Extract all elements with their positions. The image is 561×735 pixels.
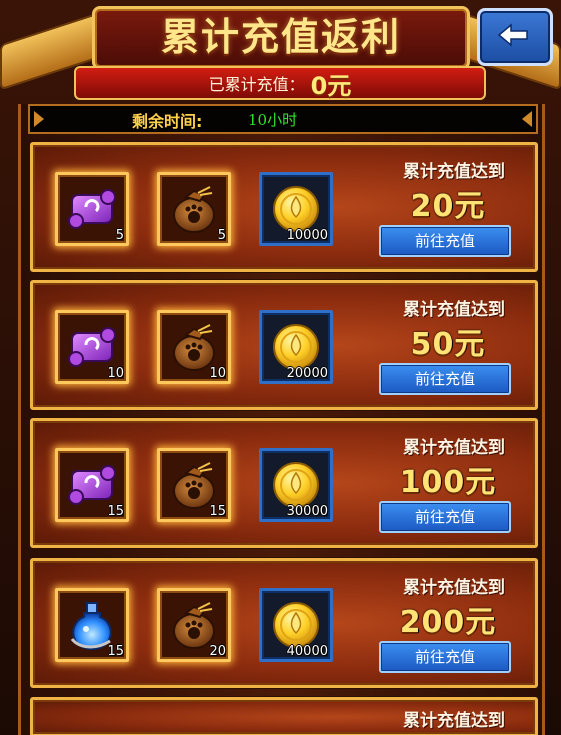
reward-tier-card: 15 15 30000 累计充值达到 100元 前往充值 [30, 418, 538, 548]
back-arrow-icon [497, 23, 528, 47]
go-recharge-button[interactable]: 前往充值 [379, 501, 511, 533]
reward-quantity: 10000 [286, 228, 328, 243]
reward-tier-card: 5 5 10000 累计充值达到 20元 前往充值 [30, 142, 538, 272]
reward-quantity: 10 [209, 366, 226, 381]
title-banner: 累计充值返利 已累计充值： 0元 [0, 0, 561, 104]
title-plate: 累计充值返利 [92, 6, 470, 70]
reward-slot[interactable]: 15 [55, 588, 129, 662]
reward-quantity: 15 [107, 504, 124, 519]
reward-quantity: 40000 [286, 644, 328, 659]
reward-slot[interactable]: 10000 [259, 172, 333, 246]
reward-quantity: 5 [115, 228, 124, 243]
reward-slot[interactable]: 40000 [259, 588, 333, 662]
go-recharge-button[interactable]: 前往充值 [379, 363, 511, 395]
goal-label: 累计充值达到 [403, 438, 505, 458]
arrow-right-icon [522, 111, 532, 127]
remaining-time-bar: 剩余时间: 10小时 [28, 104, 538, 134]
back-button[interactable] [477, 8, 553, 66]
goal-amount: 20元 [410, 189, 486, 224]
goal-label: 累计充值达到 [403, 711, 505, 731]
goal-label: 累计充值达到 [403, 300, 505, 320]
pouch-icon [173, 186, 215, 233]
goal-amount: 100元 [399, 465, 497, 500]
reward-slot[interactable]: 5 [55, 172, 129, 246]
reward-quantity: 10 [107, 366, 124, 381]
goal-label: 累计充值达到 [403, 578, 505, 598]
reward-tier-card: 15 20 40000 累计充值达到 200元 前往充值 [30, 558, 538, 688]
total-recharge-label: 已累计充值： [208, 75, 305, 94]
go-recharge-button[interactable]: 前往充值 [379, 641, 511, 673]
reward-slot[interactable]: 20000 [259, 310, 333, 384]
reward-slot[interactable]: 30000 [259, 448, 333, 522]
reward-slot[interactable]: 20 [157, 588, 231, 662]
page-title: 累计充值返利 [160, 15, 401, 59]
scroll-icon [68, 189, 116, 229]
reward-slot[interactable]: 10 [157, 310, 231, 384]
reward-quantity: 20 [209, 644, 226, 659]
reward-slot[interactable]: 15 [55, 448, 129, 522]
reward-tier-card: 累计充值达到 [30, 697, 538, 735]
reward-quantity: 15 [107, 644, 124, 659]
go-recharge-button[interactable]: 前往充值 [379, 225, 511, 257]
remaining-time-value: 10小时 [248, 111, 298, 129]
recharge-rebate-screen: 累计充值返利 已累计充值： 0元 剩余时间: 10小时 5 5 10000 累计… [0, 0, 561, 735]
reward-slot[interactable]: 5 [157, 172, 231, 246]
goal-amount: 50元 [410, 327, 486, 362]
total-recharge-value: 0元 [310, 71, 352, 100]
arrow-left-icon [34, 111, 44, 127]
remaining-time-label: 剩余时间: [132, 112, 203, 131]
reward-tier-card: 10 10 20000 累计充值达到 50元 前往充值 [30, 280, 538, 410]
reward-quantity: 5 [217, 228, 226, 243]
reward-slot[interactable]: 10 [55, 310, 129, 384]
total-recharge-bar: 已累计充值： 0元 [74, 66, 486, 100]
reward-slot[interactable]: 15 [157, 448, 231, 522]
reward-quantity: 30000 [286, 504, 328, 519]
reward-quantity: 15 [209, 504, 226, 519]
reward-quantity: 20000 [286, 366, 328, 381]
goal-label: 累计充值达到 [403, 162, 505, 182]
goal-amount: 200元 [399, 605, 497, 640]
